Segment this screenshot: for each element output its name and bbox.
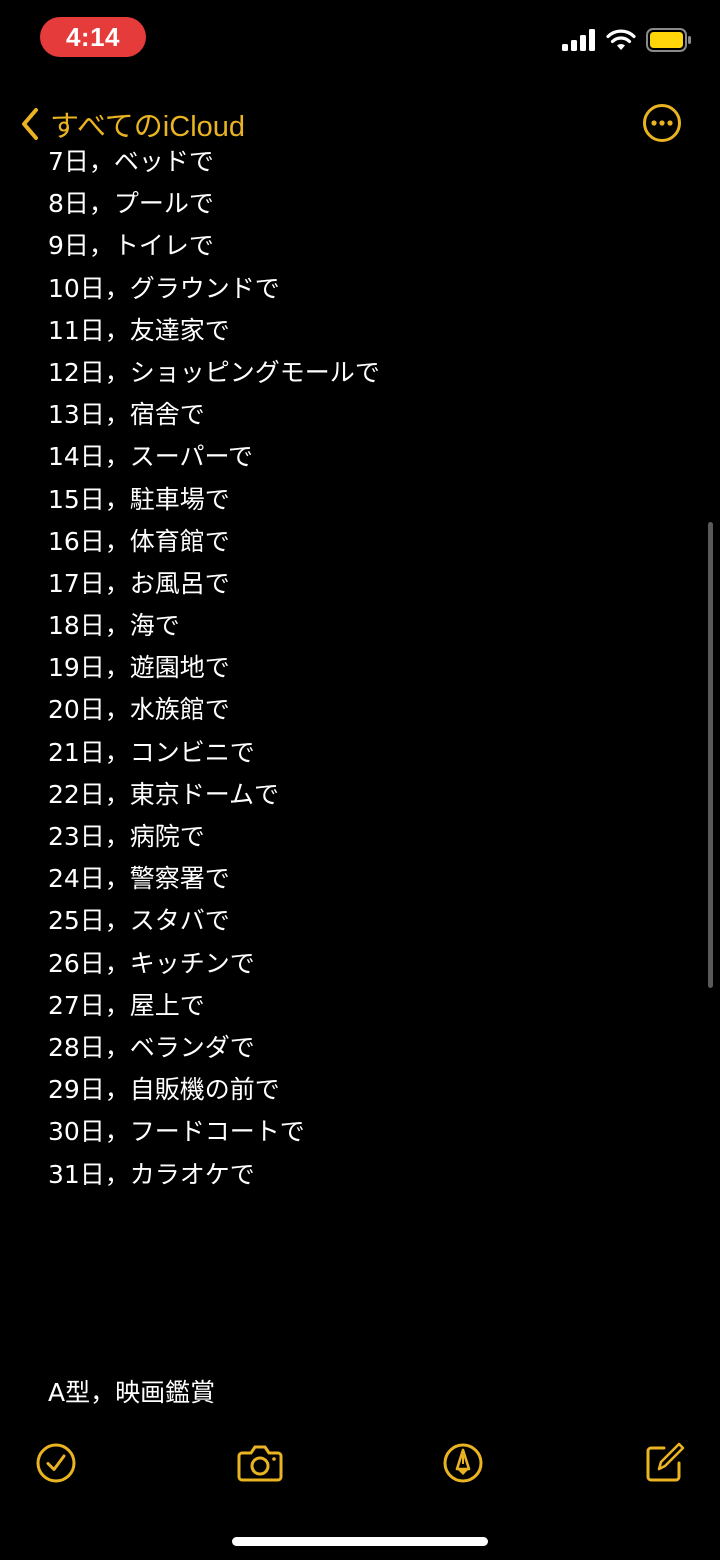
status-icons: [562, 28, 692, 52]
note-line: 23日，病院で: [48, 822, 205, 851]
note-line: 13日，宿舎で: [48, 400, 205, 430]
note-line: 16日，体育館で: [48, 526, 230, 556]
home-indicator[interactable]: [232, 1537, 488, 1546]
note-line: 9日，トイレで: [48, 231, 214, 261]
note-line: 17日，お風呂で: [48, 568, 230, 598]
bottom-toolbar: [0, 1435, 720, 1495]
note-line: 7日，ベッドで: [48, 150, 214, 176]
note-line: 8日，プールで: [48, 189, 214, 219]
battery-icon: [646, 28, 691, 52]
note-line: 21日，コンビニで: [48, 737, 255, 767]
pen-tip-circle-icon[interactable]: [441, 1441, 485, 1485]
note-line: 18日，海で: [48, 611, 180, 641]
camera-icon[interactable]: [236, 1441, 284, 1485]
chevron-left-icon: [22, 108, 38, 140]
note-line: 26日，キッチンで: [48, 948, 255, 978]
ellipsis-circle-icon[interactable]: [642, 103, 682, 143]
note-line: 24日，警察署で: [48, 864, 230, 894]
note-line: 12日，ショッピングモールで: [48, 357, 380, 387]
compose-icon[interactable]: [642, 1441, 686, 1485]
back-button[interactable]: すべてのiCloud: [20, 102, 245, 146]
note-line: 11日，友達家で: [48, 315, 230, 345]
note-line: 27日，屋上で: [48, 990, 205, 1020]
note-line: 14日，スーパーで: [48, 442, 254, 472]
status-bar: 4:14: [0, 0, 720, 80]
note-body[interactable]: 7日，ベッドで 8日，プールで 9日，トイレで 10日，グラウンドで 11日，友…: [0, 150, 720, 1415]
note-line: 28日，ベランダで: [48, 1032, 255, 1062]
note-line: 20日，水族館で: [48, 695, 230, 725]
note-line: 29日，自販機の前で: [48, 1075, 280, 1105]
note-line: 22日，東京ドームで: [48, 779, 280, 809]
back-button-label: すべてのiCloud: [50, 111, 246, 143]
note-line: 19日，遊園地で: [48, 653, 230, 683]
cellular-signal-icon: [562, 29, 595, 51]
checkmark-circle-icon[interactable]: [34, 1441, 78, 1485]
note-line-bottom: A型，映画鑑賞: [48, 1378, 216, 1407]
note-line: 31日，カラオケで: [48, 1159, 255, 1189]
wifi-icon: [606, 29, 636, 50]
note-line: 30日，フードコートで: [48, 1117, 305, 1147]
note-line: 25日，スタバで: [48, 906, 230, 936]
note-lines: 7日，ベッドで 8日，プールで 9日，トイレで 10日，グラウンドで 11日，友…: [48, 150, 380, 1196]
note-line: 15日，駐車場で: [48, 484, 230, 514]
note-line: 10日，グラウンドで: [48, 273, 280, 303]
scroll-indicator[interactable]: [708, 522, 713, 988]
status-time[interactable]: 4:14: [40, 17, 146, 57]
